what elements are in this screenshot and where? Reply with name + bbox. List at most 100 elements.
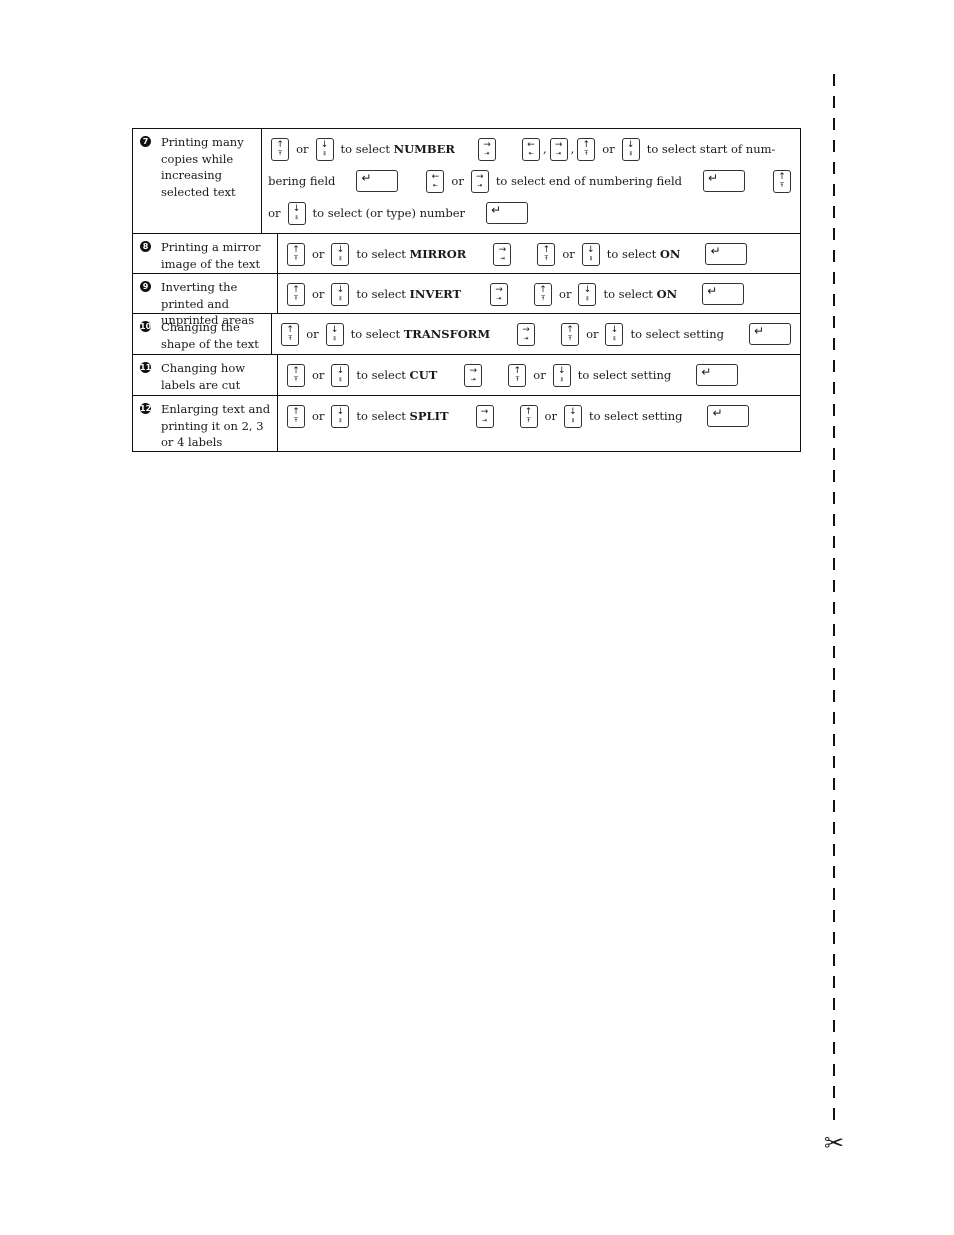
step-text: to select NUMBER — [340, 142, 455, 156]
enter-key-icon: ↵ — [696, 364, 739, 386]
step-text: to select setting — [588, 409, 683, 423]
row-steps-cell: ↑ Ŧ or ↓ ⫫ to select MIRROR → ⇥ ↑ Ŧ or ↓ ⫫ to… — [278, 234, 800, 273]
table-row: 8 Printing a mirror image of the text ↑ Ŧ… — [133, 233, 800, 273]
step-text: to select start of num- — [646, 142, 776, 156]
step-text: to select INVERT — [356, 287, 462, 301]
step-text: to select ON — [603, 287, 678, 301]
step-number-badge: 12 — [140, 403, 152, 414]
row-description: Changing how labels are cut — [161, 361, 246, 392]
enter-key-icon: ↵ — [486, 202, 528, 224]
row-label-cell: 9 Inverting the printed and unprinted ar… — [133, 274, 278, 327]
row-description: Printing many copies while increasing se… — [161, 135, 244, 199]
enter-key-icon: ↵ — [356, 170, 399, 192]
step-number-badge: 11 — [140, 362, 152, 373]
row-steps-cell: ↑ Ŧ or ↓ ⫫ to select NUMBER → ⇥ ← ⇤ , → ⇥ , ↑… — [262, 129, 800, 233]
row-description: Changing the shape of the text — [161, 320, 259, 351]
down-key-icon: ↓ ⫫ — [331, 404, 350, 428]
cut-line — [833, 74, 835, 1124]
step-text: to select ON — [606, 247, 681, 261]
right-key-icon: → ⇥ — [493, 242, 512, 266]
up-key-icon: ↑ Ŧ — [519, 404, 538, 428]
step-text: to select setting — [630, 327, 724, 341]
step-text: bering field — [268, 174, 336, 188]
enter-key-icon: ↵ — [702, 283, 745, 305]
table-row: 9 Inverting the printed and unprinted ar… — [133, 273, 800, 327]
step-text: to select (or type) number — [312, 206, 465, 220]
or-text: or — [559, 287, 572, 301]
down-key-icon: ↓ ⫫ — [331, 363, 350, 387]
step-number-badge: 7 — [140, 136, 151, 147]
step-text: to select CUT — [356, 368, 438, 382]
instructions-table: 7 Printing many copies while increasing … — [132, 128, 801, 452]
comma-text: , — [542, 142, 547, 156]
or-text: or — [306, 327, 319, 341]
step-text: to select setting — [577, 368, 672, 382]
up-key-icon: ↑ Ŧ — [561, 322, 580, 346]
step-line: ↑ Ŧ or ↓ ⫫ to select INVERT → ⇥ ↑ Ŧ or ↓ ⫫ to… — [284, 278, 794, 310]
row-label-cell: 10 Changing the shape of the text — [133, 314, 273, 354]
right-key-icon: → ⇥ — [549, 137, 568, 161]
up-key-icon: ↑ Ŧ — [537, 242, 556, 266]
enter-key-icon: ↵ — [705, 243, 748, 265]
down-key-icon: ↓ ⫫ — [325, 322, 344, 346]
table-row: 7 Printing many copies while increasing … — [133, 129, 800, 233]
or-text: or — [312, 409, 325, 423]
step-line: or ↓ ⫫ to select (or type) number ↵ — [268, 197, 794, 229]
up-key-icon: ↑ Ŧ — [287, 242, 305, 266]
row-label-cell: 7 Printing many copies while increasing … — [133, 129, 263, 233]
enter-key-icon: ↵ — [749, 323, 791, 345]
row-steps-cell: ↑ Ŧ or ↓ ⫫ to select INVERT → ⇥ ↑ Ŧ or ↓ ⫫ to… — [278, 274, 800, 313]
row-label-cell: 8 Printing a mirror image of the text — [133, 234, 278, 273]
step-line: bering field ↵ ← ⇤ or → ⇥ to select end of… — [268, 165, 794, 197]
or-text: or — [533, 368, 546, 382]
right-key-icon: → ⇥ — [470, 169, 489, 193]
step-text: to select MIRROR — [356, 247, 467, 261]
row-steps-cell: ↑ Ŧ or ↓ ⫫ to select SPLIT → ⇥ ↑ Ŧ or ↓ ⫫ to … — [278, 396, 800, 451]
row-description: Printing a mirror image of the text — [161, 240, 261, 271]
down-key-icon: ↓ ⫫ — [287, 201, 306, 225]
up-key-icon: ↑ Ŧ — [287, 282, 305, 306]
down-key-icon: ↓ ⫫ — [315, 137, 334, 161]
or-text: or — [312, 247, 325, 261]
row-label-cell: 12 Enlarging text and printing it on 2, … — [133, 396, 278, 451]
or-text: or — [602, 142, 615, 156]
scissors-icon: ✂ — [823, 1129, 845, 1157]
down-key-icon: ↓ ⫫ — [621, 137, 640, 161]
step-line: ↑ Ŧ or ↓ ⫫ to select CUT → ⇥ ↑ Ŧ or ↓ ⫫ to se… — [284, 359, 794, 391]
right-key-icon: → ⇥ — [464, 363, 483, 387]
up-key-icon: ↑ Ŧ — [281, 322, 300, 346]
or-text: or — [296, 142, 309, 156]
down-key-icon: ↓ ⫫ — [581, 242, 600, 266]
row-steps-cell: ↑ Ŧ or ↓ ⫫ to select CUT → ⇥ ↑ Ŧ or ↓ ⫫ to se… — [278, 355, 800, 395]
step-text: to select SPLIT — [356, 409, 449, 423]
row-label-cell: 11 Changing how labels are cut — [133, 355, 278, 395]
or-text: or — [312, 368, 325, 382]
left-key-icon: ← ⇤ — [426, 169, 445, 193]
up-key-icon: ↑ Ŧ — [271, 137, 290, 161]
step-line: ↑ Ŧ or ↓ ⫫ to select SPLIT → ⇥ ↑ Ŧ or ↓ ⫫ to … — [284, 400, 794, 432]
row-description: Enlarging text and printing it on 2, 3 o… — [161, 402, 271, 449]
or-text: or — [268, 206, 281, 220]
step-number-badge: 9 — [140, 281, 151, 292]
right-key-icon: → ⇥ — [517, 322, 536, 346]
table-row: 11 Changing how labels are cut ↑ Ŧ or ↓ ⫫ … — [133, 354, 800, 395]
step-line: ↑ Ŧ or ↓ ⫫ to select NUMBER → ⇥ ← ⇤ , → ⇥ , ↑… — [268, 133, 794, 165]
down-key-icon: ↓ ⫫ — [563, 404, 582, 428]
down-key-icon: ↓ ⫫ — [578, 282, 597, 306]
down-key-icon: ↓ ⫫ — [331, 282, 350, 306]
step-number-badge: 8 — [140, 241, 151, 252]
down-key-icon: ↓ ⫫ — [605, 322, 624, 346]
or-text: or — [562, 247, 575, 261]
right-key-icon: → ⇥ — [490, 282, 509, 306]
up-key-icon: ↑ Ŧ — [508, 363, 527, 387]
up-key-icon: ↑ Ŧ — [577, 137, 596, 161]
up-key-icon: ↑ Ŧ — [534, 282, 553, 306]
right-key-icon: → ⇥ — [475, 404, 494, 428]
comma-text: , — [570, 142, 575, 156]
or-text: or — [544, 409, 557, 423]
up-key-icon: ↑ Ŧ — [287, 404, 305, 428]
row-steps-cell: ↑ Ŧ or ↓ ⫫ to select TRANSFORM → ⇥ ↑ Ŧ or ↓ ⫫… — [272, 314, 800, 354]
enter-key-icon: ↵ — [703, 170, 745, 192]
up-key-icon: ↑ Ŧ — [287, 363, 305, 387]
or-text: or — [451, 174, 464, 188]
